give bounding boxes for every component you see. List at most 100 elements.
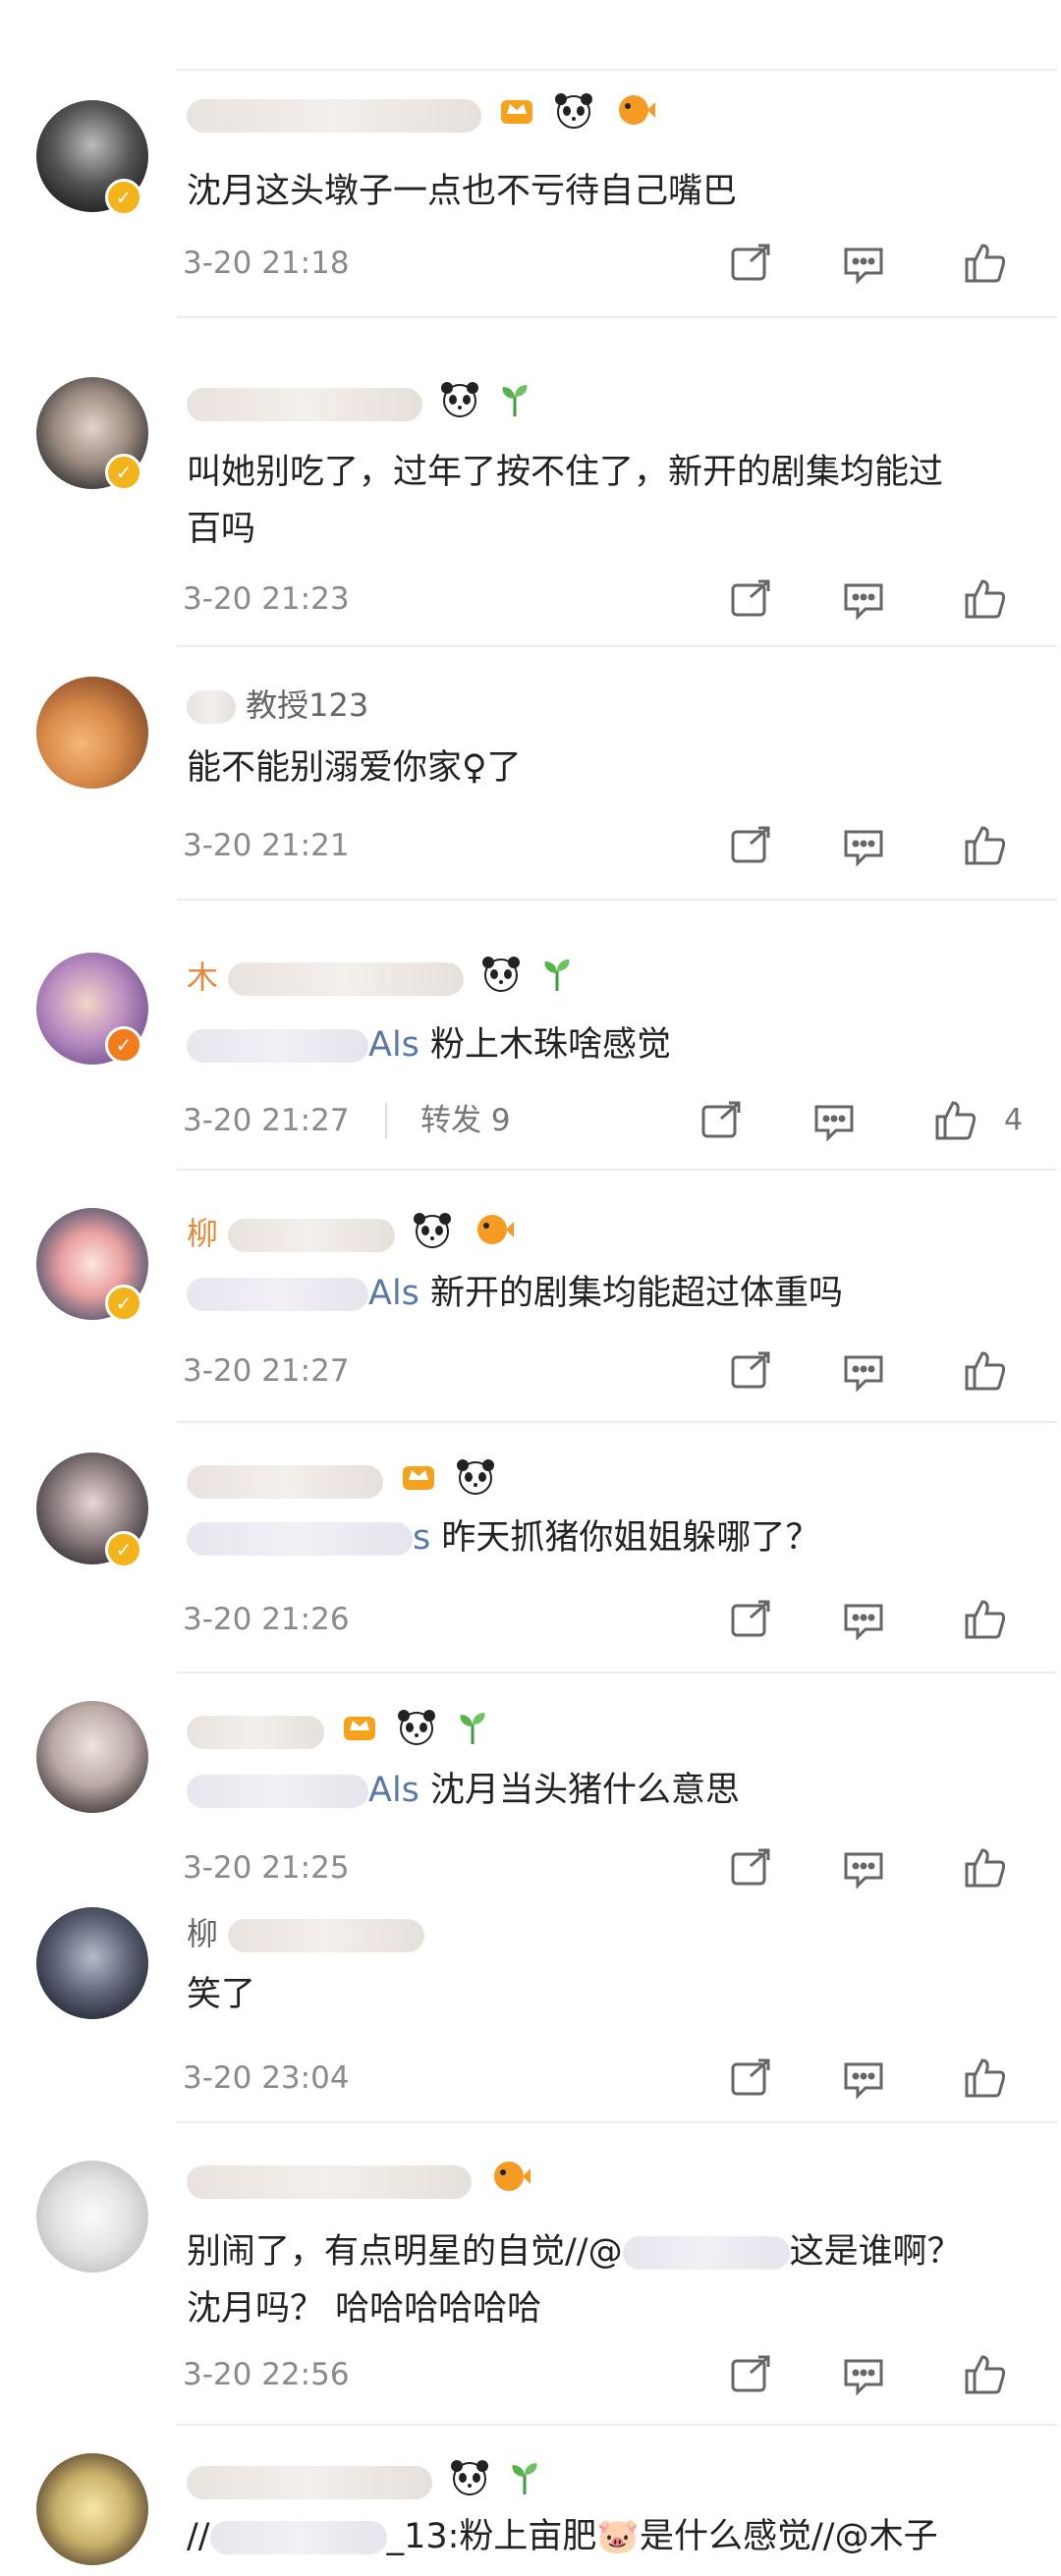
panda-icon bbox=[395, 1707, 438, 1758]
share-icon[interactable] bbox=[727, 1844, 774, 1891]
crown-badge-icon bbox=[340, 1707, 379, 1758]
comment-content: 笑了 bbox=[187, 1975, 256, 2014]
share-icon[interactable] bbox=[727, 2055, 774, 2102]
comment-content: Als 沈月当头猪什么意思 bbox=[187, 1762, 1022, 1819]
comment-content: 叫她别吃了，过年了按不住了，新开的剧集均能过 百吗 bbox=[187, 453, 944, 549]
comment-time: 3-20 21:26 bbox=[183, 1602, 350, 1637]
like-icon[interactable] bbox=[961, 240, 1008, 287]
comment-time: 3-20 21:27 bbox=[183, 1103, 350, 1138]
comment-card: 别闹了，有点明星的自觉//@ 这是谁啊？ 沈月吗？ 哈哈哈哈哈哈 3-20 22:… bbox=[0, 2141, 1061, 2414]
sprout-icon bbox=[497, 379, 532, 430]
mention-link[interactable]: Als bbox=[368, 1025, 419, 1065]
share-icon[interactable] bbox=[698, 1097, 745, 1144]
comment-time: 3-20 22:56 bbox=[183, 2357, 350, 2392]
repost-count[interactable]: 转发 9 bbox=[420, 1101, 511, 1140]
like-icon[interactable] bbox=[961, 822, 1008, 869]
share-icon[interactable] bbox=[727, 822, 774, 869]
username[interactable]: 柳 bbox=[187, 1210, 516, 1255]
avatar[interactable] bbox=[36, 2161, 148, 2273]
comment-card: Als 沈月当头猪什么意思 3-20 21:25 bbox=[0, 1691, 1061, 1890]
username[interactable] bbox=[187, 90, 657, 136]
panda-icon bbox=[479, 954, 523, 1005]
pufferfish-icon bbox=[612, 90, 657, 141]
like-icon[interactable] bbox=[961, 1347, 1008, 1395]
username[interactable]: 柳 bbox=[187, 1911, 425, 1956]
avatar[interactable] bbox=[36, 2453, 148, 2565]
comment-icon[interactable] bbox=[840, 1347, 887, 1395]
share-icon[interactable] bbox=[727, 1347, 774, 1395]
username[interactable]: 教授123 bbox=[187, 683, 368, 728]
comment-icon[interactable] bbox=[810, 1097, 858, 1144]
mention-link[interactable]: s bbox=[413, 1518, 430, 1558]
comment-card: ✓ 木 Als 粉上木珠啥感觉 3-20 21:27 转发 9 4 bbox=[0, 928, 1061, 1169]
mention-link[interactable]: Als bbox=[368, 1771, 419, 1810]
comment-icon[interactable] bbox=[840, 575, 887, 623]
divider bbox=[385, 1103, 387, 1138]
verified-badge-icon: ✓ bbox=[105, 179, 142, 216]
comment-card: ✓ s 昨天抓猪你姐姐躲哪了？ 3-20 21:26 bbox=[0, 1441, 1061, 1672]
sprout-icon bbox=[455, 1707, 490, 1758]
verified-badge-icon: ✓ bbox=[105, 454, 142, 491]
like-icon[interactable] bbox=[961, 2055, 1008, 2102]
like-icon[interactable] bbox=[961, 1844, 1008, 1891]
username[interactable]: 木 bbox=[187, 954, 575, 999]
panda-icon bbox=[438, 379, 481, 430]
avatar[interactable] bbox=[36, 677, 148, 789]
comment-icon[interactable] bbox=[840, 2351, 887, 2398]
comment-time: 3-20 23:04 bbox=[183, 2060, 350, 2096]
comment-card: ✓ 叫她别吃了，过年了按不住了，新开的剧集均能过 百吗 3-20 21:23 bbox=[0, 346, 1061, 645]
share-icon[interactable] bbox=[727, 1596, 774, 1643]
comment-content: 沈月这头墩子一点也不亏待自己嘴巴 bbox=[187, 172, 738, 211]
mention-link[interactable]: Als bbox=[368, 1274, 419, 1313]
comment-icon[interactable] bbox=[840, 822, 887, 869]
username[interactable] bbox=[187, 1707, 490, 1752]
username[interactable] bbox=[187, 2457, 542, 2502]
like-count: 4 bbox=[1004, 1103, 1024, 1137]
comment-icon[interactable] bbox=[840, 2055, 887, 2102]
username[interactable] bbox=[187, 2157, 532, 2202]
crown-badge-icon bbox=[399, 1456, 438, 1507]
like-icon[interactable] bbox=[961, 575, 1008, 623]
comment-time: 3-20 21:21 bbox=[183, 828, 350, 863]
avatar[interactable] bbox=[36, 1701, 148, 1813]
share-icon[interactable] bbox=[727, 2351, 774, 2398]
comment-time: 3-20 21:18 bbox=[183, 246, 350, 281]
comment-card: //_13:粉上亩肥🐷是什么感觉//@木子 bbox=[0, 2443, 1061, 2576]
comment-icon[interactable] bbox=[840, 1596, 887, 1643]
share-icon[interactable] bbox=[727, 575, 774, 623]
sprout-icon bbox=[507, 2457, 542, 2508]
crown-badge-icon bbox=[497, 90, 536, 141]
comment-icon[interactable] bbox=[840, 240, 887, 287]
avatar[interactable] bbox=[36, 1907, 148, 2019]
comment-time: 3-20 21:23 bbox=[183, 581, 350, 617]
like-icon[interactable] bbox=[961, 1596, 1008, 1643]
panda-icon bbox=[454, 1456, 497, 1507]
comment-content: 能不能别溺爱你家♀了 bbox=[187, 748, 522, 788]
username[interactable] bbox=[187, 1456, 497, 1502]
pufferfish-icon bbox=[487, 2157, 532, 2208]
verified-badge-icon: ✓ bbox=[105, 1285, 142, 1322]
comment-content: Als 粉上木珠啥感觉 bbox=[187, 1016, 1022, 1073]
comment-card: ✓ 沈月这头墩子一点也不亏待自己嘴巴 3-20 21:18 bbox=[0, 71, 1061, 316]
comment-content: //_13:粉上亩肥🐷是什么感觉//@木子 bbox=[187, 2517, 938, 2556]
comment-content: s 昨天抓猪你姐姐躲哪了？ bbox=[187, 1509, 1022, 1566]
sprout-icon bbox=[539, 954, 575, 1005]
like-icon[interactable] bbox=[931, 1097, 978, 1144]
pufferfish-icon bbox=[471, 1210, 516, 1261]
comment-icon[interactable] bbox=[840, 1844, 887, 1891]
panda-icon bbox=[552, 90, 595, 141]
verified-badge-icon: ✓ bbox=[105, 1026, 142, 1064]
panda-icon bbox=[448, 2457, 491, 2508]
share-icon[interactable] bbox=[727, 240, 774, 287]
username[interactable] bbox=[187, 379, 532, 424]
verified-badge-icon: ✓ bbox=[105, 1531, 142, 1568]
comment-card: 教授123 能不能别溺爱你家♀了 3-20 21:21 bbox=[0, 665, 1061, 899]
comment-time: 3-20 21:25 bbox=[183, 1850, 350, 1886]
comment-time: 3-20 21:27 bbox=[183, 1353, 350, 1389]
like-icon[interactable] bbox=[961, 2351, 1008, 2398]
comment-card: 柳 笑了 3-20 23:04 bbox=[0, 1895, 1061, 2121]
comment-content: Als 新开的剧集均能超过体重吗 bbox=[187, 1265, 1022, 1322]
comment-card: ✓ 柳 Als 新开的剧集均能超过体重吗 3-20 21:27 bbox=[0, 1190, 1061, 1421]
comment-content: 别闹了，有点明星的自觉//@ 这是谁啊？ 沈月吗？ 哈哈哈哈哈哈 bbox=[187, 2232, 962, 2329]
panda-icon bbox=[411, 1210, 454, 1261]
